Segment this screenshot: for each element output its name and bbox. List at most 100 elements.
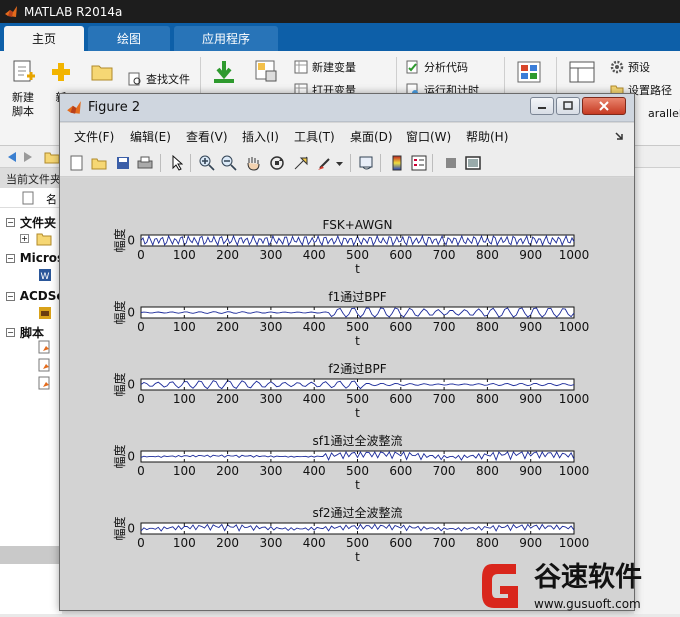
show-tools-icon[interactable] bbox=[464, 154, 482, 172]
menu-file[interactable]: 文件(F) bbox=[74, 128, 114, 145]
x-tick-label: 300 bbox=[259, 536, 282, 550]
menu-desktop[interactable]: 桌面(D) bbox=[350, 128, 393, 145]
name-column-label: 名 bbox=[46, 193, 57, 206]
save-workspace-button[interactable] bbox=[252, 59, 280, 89]
matlab-logo-icon bbox=[67, 100, 81, 114]
script-file-icon[interactable] bbox=[38, 376, 52, 390]
close-button[interactable] bbox=[582, 97, 626, 115]
maximize-button[interactable] bbox=[556, 97, 580, 115]
menu-edit[interactable]: 编辑(E) bbox=[130, 128, 171, 145]
find-files-label: 查找文件 bbox=[146, 73, 190, 86]
subplot-3[interactable]: f2通过BPF 0 100 200 300 400 500 600 700 800 900 1000 0… bbox=[112, 362, 589, 420]
open-folder-button[interactable] bbox=[90, 63, 114, 85]
script-file-icon[interactable] bbox=[38, 358, 52, 372]
link-icon[interactable] bbox=[358, 154, 376, 172]
menu-insert[interactable]: 插入(I) bbox=[242, 128, 279, 145]
analyze-code-button[interactable]: 分析代码 bbox=[406, 59, 468, 75]
y-axis-label: 幅度 bbox=[112, 444, 127, 468]
section-scripts[interactable]: − 脚本 bbox=[0, 322, 62, 342]
menu-window[interactable]: 窗口(W) bbox=[406, 128, 451, 145]
x-tick-label: 1000 bbox=[559, 536, 590, 550]
y-axis-label: 幅度 bbox=[112, 300, 127, 324]
layout-button[interactable] bbox=[568, 61, 596, 87]
up-folder-icon[interactable] bbox=[44, 149, 60, 165]
x-tick-label: 700 bbox=[433, 320, 456, 334]
data-cursor-icon[interactable] bbox=[292, 154, 310, 172]
watermark-logo: 谷速软件 www.gusuoft.com bbox=[482, 562, 642, 611]
x-tick-label: 300 bbox=[259, 392, 282, 406]
minimize-button[interactable] bbox=[530, 97, 554, 115]
x-axis-label: t bbox=[355, 262, 360, 276]
parallel-button[interactable]: arallel bbox=[648, 107, 680, 120]
import-data-button[interactable] bbox=[210, 59, 238, 91]
y-axis-label: 幅度 bbox=[112, 228, 127, 252]
new-plus-icon bbox=[52, 63, 70, 81]
hide-tools-icon[interactable] bbox=[442, 154, 460, 172]
watermark-url: www.gusuoft.com bbox=[534, 597, 641, 611]
x-tick-label: 500 bbox=[346, 392, 369, 406]
new-figure-icon[interactable] bbox=[68, 154, 86, 172]
collapse-icon[interactable]: − bbox=[6, 253, 15, 263]
zoom-in-icon[interactable] bbox=[198, 154, 216, 172]
word-doc-icon[interactable]: W bbox=[38, 268, 52, 282]
pan-icon[interactable] bbox=[244, 154, 262, 172]
y-tick-label: 0 bbox=[127, 378, 135, 392]
collapse-icon[interactable]: − bbox=[6, 291, 15, 301]
y-tick-label: 0 bbox=[127, 450, 135, 464]
zoom-out-icon[interactable] bbox=[220, 154, 238, 172]
image-file-icon[interactable] bbox=[38, 306, 52, 320]
x-tick-label: 200 bbox=[216, 248, 239, 262]
folder-icon[interactable] bbox=[36, 232, 52, 246]
selected-row[interactable] bbox=[0, 546, 62, 564]
subplot-title: sf1通过全波整流 bbox=[312, 433, 402, 448]
x-tick-label: 800 bbox=[476, 464, 499, 478]
name-column-header[interactable]: 名 bbox=[0, 188, 62, 208]
simulink-button[interactable] bbox=[516, 61, 542, 87]
legend-icon[interactable] bbox=[410, 154, 428, 172]
x-tick-label: 800 bbox=[476, 248, 499, 262]
menu-tools[interactable]: 工具(T) bbox=[294, 128, 335, 145]
nav-arrows-icon[interactable] bbox=[4, 149, 36, 165]
preferences-button[interactable]: 预设 bbox=[610, 59, 650, 75]
figure-titlebar[interactable]: Figure 2 bbox=[60, 94, 634, 122]
print-icon[interactable] bbox=[136, 154, 154, 172]
analyze-code-icon bbox=[406, 60, 418, 74]
dock-arrow-icon[interactable] bbox=[614, 131, 624, 141]
tab-apps[interactable]: 应用程序 bbox=[174, 26, 278, 51]
collapse-icon[interactable]: − bbox=[6, 217, 15, 227]
workspace-icon bbox=[255, 60, 277, 82]
x-tick-label: 900 bbox=[519, 464, 542, 478]
new-variable-label: 新建变量 bbox=[312, 61, 356, 74]
x-tick-label: 300 bbox=[259, 464, 282, 478]
x-tick-label: 200 bbox=[216, 320, 239, 334]
subplot-4[interactable]: sf1通过全波整流 0 100 200 300 400 500 600 700 800 900 100… bbox=[112, 433, 589, 492]
tab-home[interactable]: 主页 bbox=[4, 26, 84, 51]
menu-help[interactable]: 帮助(H) bbox=[466, 128, 508, 145]
brush-dropdown-icon[interactable] bbox=[336, 162, 343, 167]
toolbar-separator bbox=[380, 154, 381, 172]
rotate-3d-icon[interactable] bbox=[268, 154, 286, 172]
open-icon[interactable] bbox=[90, 154, 108, 172]
subplot-1[interactable]: FSK+AWGN 0 100 200 300 400 500 600 700 800 900 1000… bbox=[112, 218, 589, 276]
y-axis-label: 幅度 bbox=[112, 516, 127, 540]
x-tick-label: 400 bbox=[303, 320, 326, 334]
folder-icon bbox=[91, 65, 113, 81]
colorbar-icon[interactable] bbox=[388, 154, 406, 172]
analyze-code-label: 分析代码 bbox=[424, 61, 468, 74]
new-script-button[interactable]: 新建 脚本 bbox=[6, 59, 40, 119]
subplot-2[interactable]: f1通过BPF 0 100 200 300 400 500 600 700 800 900 1000 0… bbox=[112, 290, 589, 348]
expand-icon[interactable]: + bbox=[20, 234, 29, 243]
section-folders[interactable]: − 文件夹 bbox=[0, 212, 62, 232]
save-icon[interactable] bbox=[114, 154, 132, 172]
collapse-icon[interactable]: − bbox=[6, 327, 15, 337]
section-microsoft[interactable]: − Micros bbox=[0, 248, 64, 268]
brush-icon[interactable] bbox=[316, 154, 334, 172]
new-variable-button[interactable]: 新建变量 bbox=[294, 59, 356, 75]
x-tick-label: 500 bbox=[346, 464, 369, 478]
section-acdsee[interactable]: − ACDSe bbox=[0, 286, 65, 306]
script-file-icon[interactable] bbox=[38, 340, 52, 354]
find-files-button[interactable]: 查找文件 bbox=[128, 71, 190, 87]
tab-plots[interactable]: 绘图 bbox=[88, 26, 170, 51]
pointer-icon[interactable] bbox=[168, 154, 186, 172]
menu-view[interactable]: 查看(V) bbox=[186, 128, 228, 145]
